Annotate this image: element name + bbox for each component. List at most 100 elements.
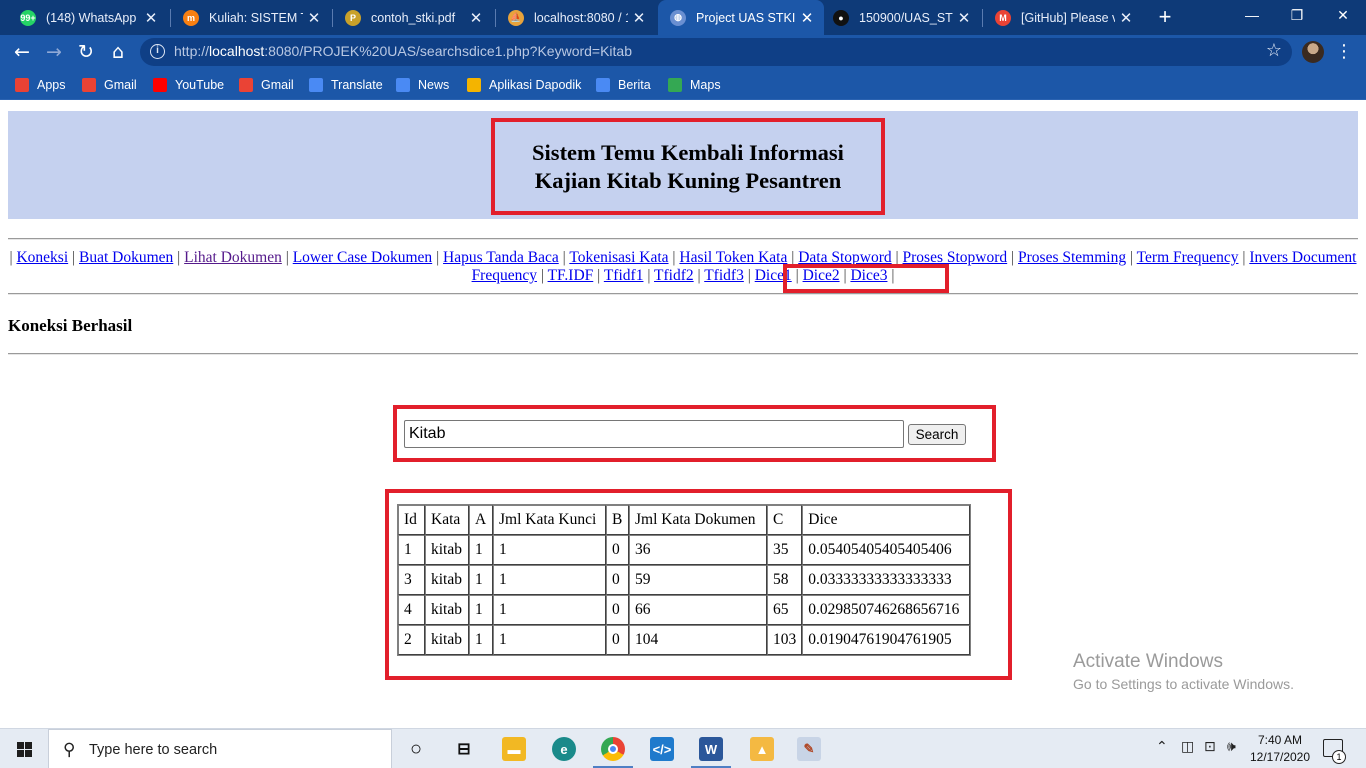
search-button[interactable]: Search (908, 424, 966, 445)
menu-kebab-icon[interactable]: ⋮ (1335, 40, 1353, 64)
volume-icon[interactable]: 🕪 (1227, 739, 1236, 755)
table-cell: 3 (398, 565, 425, 595)
table-cell: 1 (469, 535, 493, 565)
column-header: Jml Kata Kunci (493, 505, 606, 535)
windows-start-icon[interactable] (0, 729, 48, 768)
nav-separator: | (668, 249, 680, 266)
photos-icon[interactable]: ▲ (750, 737, 774, 761)
bookmark-translate[interactable]: Translate (309, 76, 383, 94)
nav-link-tf-idf[interactable]: TF.IDF (548, 267, 594, 284)
home-icon[interactable]: ⌂ (105, 40, 131, 64)
table-cell: 0 (606, 565, 629, 595)
bookmark-aplikasi-dapodik[interactable]: Aplikasi Dapodik (467, 76, 581, 94)
network-icon[interactable]: ⊡ (1204, 739, 1216, 755)
tab-close-icon[interactable]: ✕ (465, 9, 487, 27)
chrome-icon[interactable] (601, 737, 625, 761)
system-clock[interactable]: 7:40 AM 12/17/2020 (1243, 732, 1317, 766)
back-arrow-icon[interactable]: ← (9, 40, 35, 64)
file-explorer-icon[interactable]: ▬ (502, 737, 526, 761)
profile-avatar[interactable] (1302, 41, 1324, 63)
browser-tab[interactable]: ● 150900/UAS_STKI✕ (821, 0, 981, 35)
table-cell: kitab (425, 565, 469, 595)
watermark-subtitle: Go to Settings to activate Windows. (1073, 676, 1294, 692)
table-header-row: Id Kata A Jml Kata Kunci B Jml Kata Dokumen C D… (398, 505, 971, 535)
nav-link-lower-case-dokumen[interactable]: Lower Case Dokumen (293, 249, 432, 266)
tab-close-icon[interactable]: ✕ (628, 9, 650, 27)
nav-link-tfidf1[interactable]: Tfidf1 (604, 267, 644, 284)
bookmark-news[interactable]: News (396, 76, 449, 94)
bookmark-label: YouTube (175, 78, 225, 92)
bookmark-label: Maps (690, 78, 721, 92)
bookmark-apps[interactable]: Apps (15, 76, 66, 94)
new-tab-button[interactable]: + (1154, 4, 1176, 30)
table-cell: 36 (629, 535, 767, 565)
bookmark-star-icon[interactable]: ☆ (1266, 40, 1282, 61)
forward-arrow-icon[interactable]: → (41, 40, 67, 64)
browser-tab[interactable]: ⛵ localhost:8080 / 12✕ (496, 0, 656, 35)
nav-link-buat-dokumen[interactable]: Buat Dokumen (79, 249, 173, 266)
taskbar-search[interactable]: ⚲ Type here to search (48, 729, 392, 768)
meet-now-icon[interactable]: ◫ (1181, 739, 1194, 755)
nav-separator: | (643, 267, 655, 284)
bookmark-label: Gmail (261, 78, 294, 92)
taskbar-search-placeholder: Type here to search (89, 742, 218, 758)
cortana-icon[interactable]: ○ (404, 737, 428, 761)
table-cell: 59 (629, 565, 767, 595)
nav-link-tokenisasi-kata[interactable]: Tokenisasi Kata (569, 249, 668, 266)
nav-link-hasil-token-kata[interactable]: Hasil Token Kata (679, 249, 787, 266)
tab-label: [GitHub] Please ve (1021, 10, 1115, 25)
table-row: 1 kitab 1 1 0 36 35 0.05405405405405406 (398, 535, 971, 565)
edge-icon[interactable]: e (552, 737, 576, 761)
divider (8, 238, 1358, 240)
browser-tab[interactable]: ◍ Project UAS STKI ✕ (658, 0, 824, 35)
nav-separator: | (1126, 249, 1137, 266)
bookmark-label: Translate (331, 78, 383, 92)
phpmyadmin-icon: ⛵ (508, 9, 524, 26)
nav-separator: | (432, 249, 444, 266)
nav-link-tfidf3[interactable]: Tfidf3 (704, 267, 744, 284)
tab-close-icon[interactable]: ✕ (303, 9, 325, 27)
task-view-icon[interactable]: ⊟ (452, 737, 476, 761)
url-text[interactable]: http://localhost:8080/PROJEK%20UAS/searc… (174, 43, 632, 59)
bookmark-gmail[interactable]: Gmail (239, 76, 294, 94)
close-window-button[interactable]: ✕ (1320, 0, 1366, 32)
news-icon (396, 78, 410, 92)
divider (8, 353, 1358, 355)
table-cell: 0.03333333333333333 (802, 565, 971, 595)
nav-link-term-frequency[interactable]: Term Frequency (1137, 249, 1239, 266)
browser-tab[interactable]: Pcontoh_stki.pdf ✕ (333, 0, 493, 35)
bookmark-maps[interactable]: Maps (668, 76, 721, 94)
nav-link-hapus-tanda-baca[interactable]: Hapus Tanda Baca (443, 249, 559, 266)
nav-link-proses-stemming[interactable]: Proses Stemming (1018, 249, 1126, 266)
bookmark-label: Gmail (104, 78, 137, 92)
maximize-button[interactable]: ❐ (1274, 0, 1320, 32)
tab-close-icon[interactable]: ✕ (1115, 9, 1137, 27)
nav-link-tfidf2[interactable]: Tfidf2 (654, 267, 694, 284)
site-info-icon[interactable]: i (150, 44, 165, 59)
browser-tab[interactable]: M [GitHub] Please ve ✕ (983, 0, 1143, 35)
tab-label: (148) WhatsApp (46, 10, 137, 25)
reload-icon[interactable]: ↻ (73, 40, 99, 64)
browser-tab[interactable]: 99+ (148) WhatsApp ✕ (8, 0, 168, 35)
address-bar[interactable]: i http://localhost:8080/PROJEK%20UAS/sea… (140, 38, 1292, 66)
vscode-icon[interactable]: </> (650, 737, 674, 761)
browser-tab[interactable]: m Kuliah: SISTEM TEM✕ (171, 0, 331, 35)
table-cell: 0.05405405405405406 (802, 535, 971, 565)
minimize-button[interactable]: — (1229, 0, 1275, 32)
divider (8, 293, 1358, 295)
bookmark-gmail[interactable]: Gmail (82, 76, 137, 94)
tray-chevron-icon[interactable]: ⌃ (1156, 739, 1168, 755)
tab-close-icon[interactable]: ✕ (796, 9, 818, 27)
tab-close-icon[interactable]: ✕ (953, 9, 975, 27)
notification-count: 1 (1332, 750, 1346, 764)
bookmark-berita[interactable]: Berita (596, 76, 651, 94)
bookmark-youtube[interactable]: YouTube (153, 76, 224, 94)
word-icon[interactable]: W (699, 737, 723, 761)
paint-icon[interactable]: ✎ (797, 737, 821, 761)
table-cell: 0.01904761904761905 (802, 625, 971, 655)
keyword-search-input[interactable] (404, 420, 904, 448)
table-cell: 1 (493, 625, 606, 655)
nav-link-lihat-dokumen[interactable]: Lihat Dokumen (184, 249, 282, 266)
nav-link-koneksi[interactable]: Koneksi (16, 249, 68, 266)
tab-close-icon[interactable]: ✕ (140, 9, 162, 27)
